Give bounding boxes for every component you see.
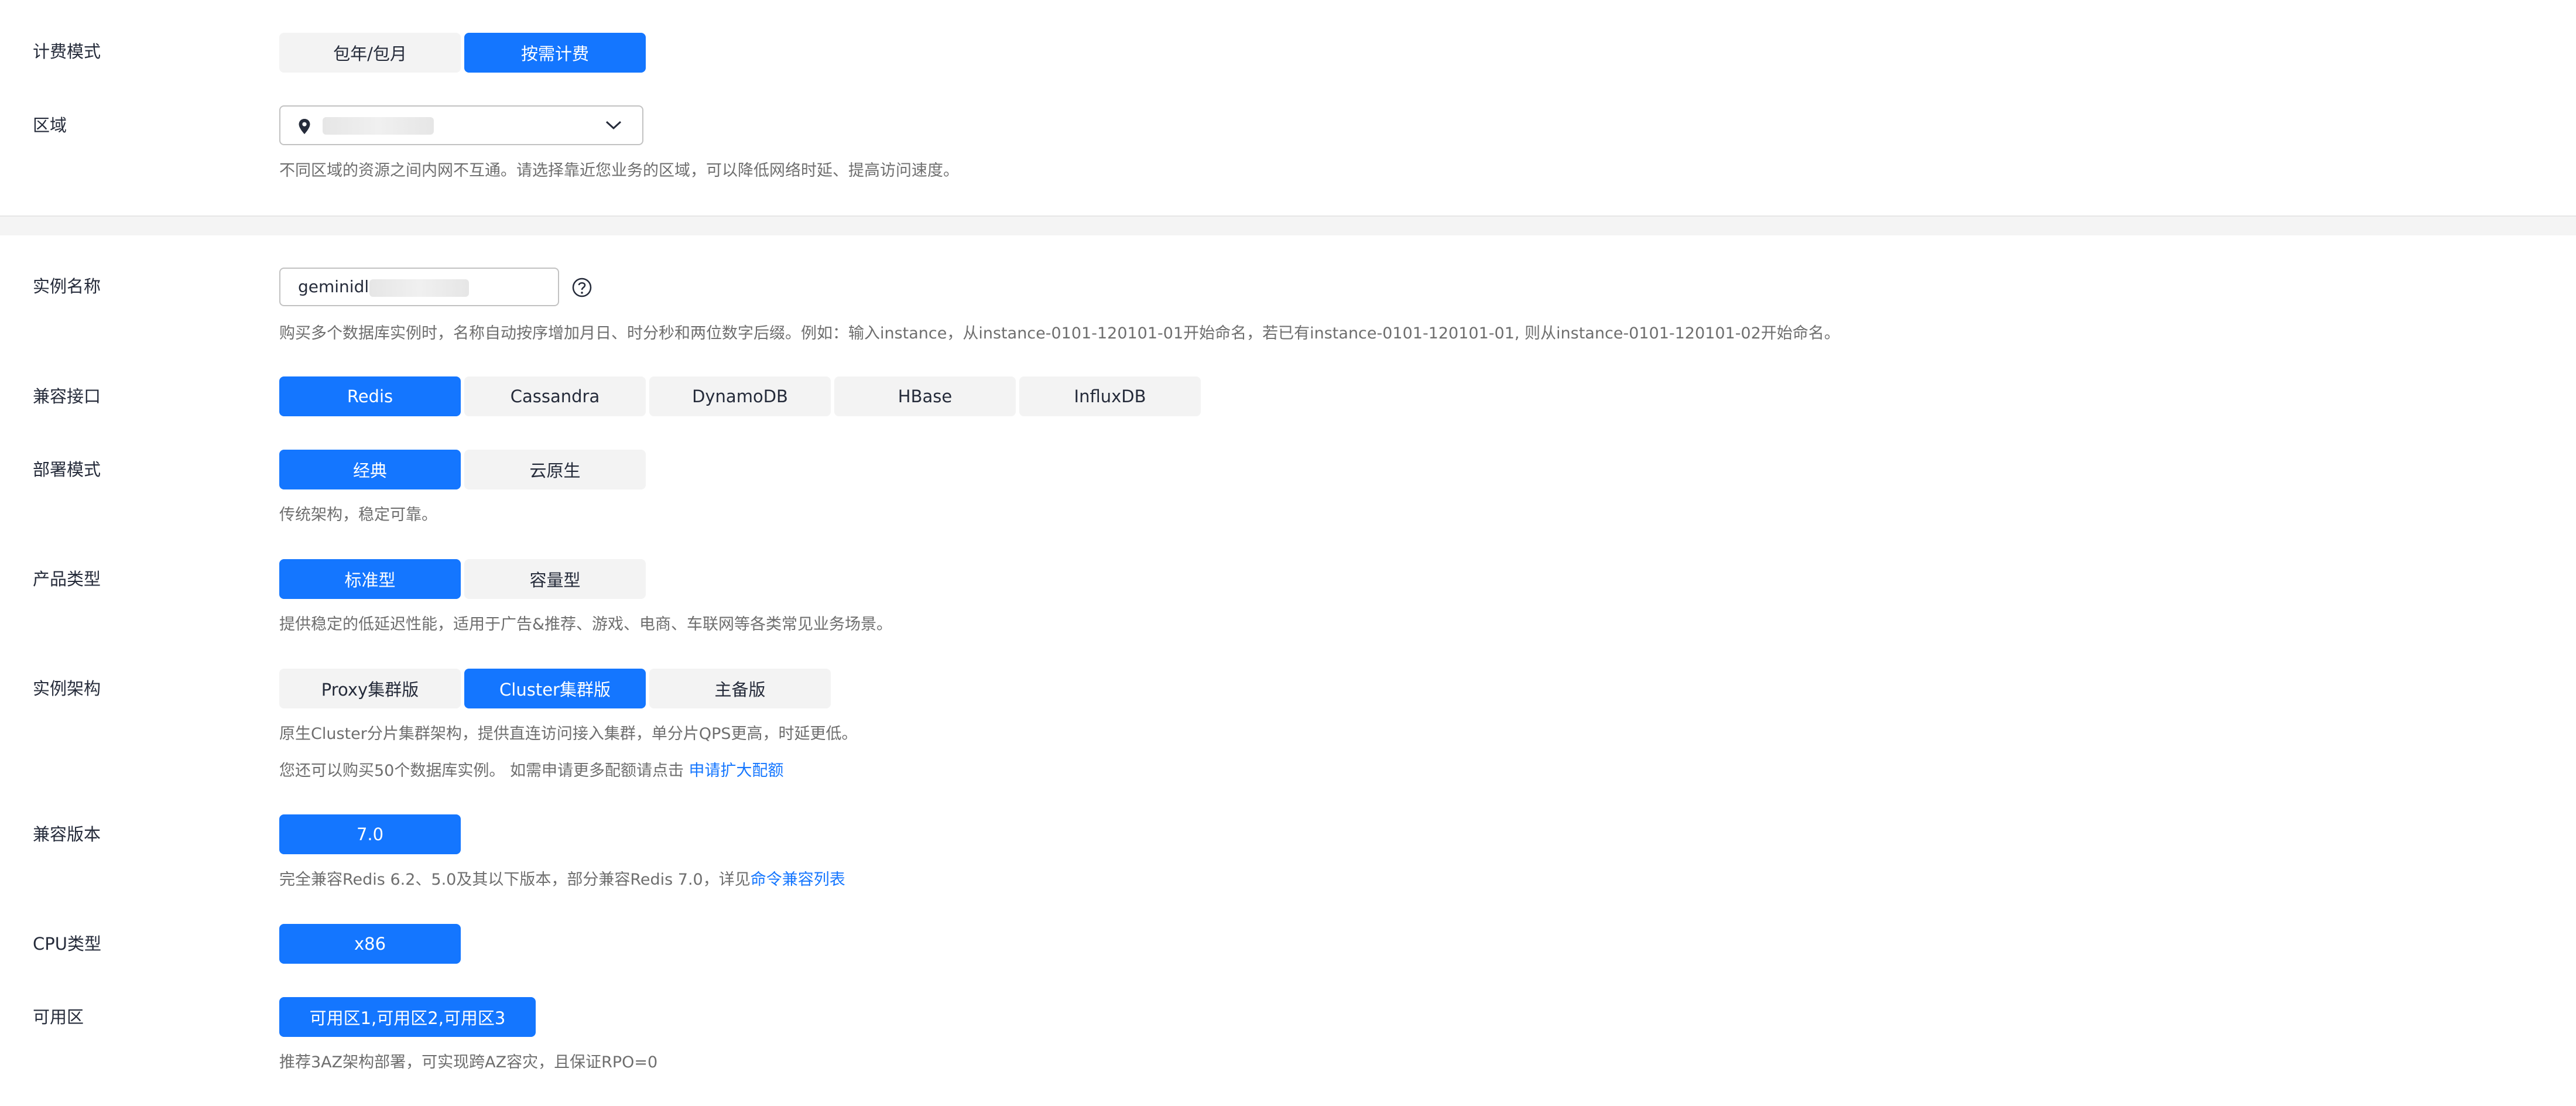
purchase-form: 计费模式 包年/包月 按需计费 区域 不同区域的资源之间内网不互通。请选择靠近您…	[0, 0, 2576, 1106]
cpu-label: CPU类型	[33, 934, 101, 954]
arch-option-cluster[interactable]: Cluster集群版	[464, 669, 646, 708]
region-label: 区域	[33, 115, 67, 135]
deploy-option-cloud-native[interactable]: 云原生	[464, 450, 646, 489]
region-select[interactable]	[279, 105, 643, 145]
arch-label: 实例架构	[33, 679, 101, 698]
version-option-7-0[interactable]: 7.0	[279, 814, 461, 854]
billing-option-yearly[interactable]: 包年/包月	[279, 33, 461, 73]
section-divider	[0, 215, 2576, 235]
az-segment: 可用区1,可用区2,可用区3	[279, 997, 539, 1037]
cpu-option-x86[interactable]: x86	[279, 924, 461, 964]
region-hint: 不同区域的资源之间内网不互通。请选择靠近您业务的区域，可以降低网络时延、提高访问…	[279, 162, 959, 180]
billing-label: 计费模式	[33, 42, 101, 61]
api-option-hbase[interactable]: HBase	[834, 376, 1016, 416]
api-option-influxdb[interactable]: InfluxDB	[1019, 376, 1201, 416]
instance-name-value: geminidl	[298, 277, 369, 296]
api-option-dynamodb[interactable]: DynamoDB	[649, 376, 831, 416]
api-label: 兼容接口	[33, 386, 101, 406]
version-hint: 完全兼容Redis 6.2、5.0及其以下版本，部分兼容Redis 7.0，详见…	[279, 868, 845, 892]
instance-name-hint: 购买多个数据库实例时，名称自动按序增加月日、时分秒和两位数字后缀。例如：输入in…	[279, 324, 1840, 343]
deploy-segment: 经典 云原生	[279, 450, 649, 489]
version-segment: 7.0	[279, 814, 464, 854]
az-label: 可用区	[33, 1007, 84, 1027]
product-label: 产品类型	[33, 569, 101, 589]
cpu-segment: x86	[279, 924, 464, 964]
arch-quota-hint: 您还可以购买50个数据库实例。 如需申请更多配额请点击 申请扩大配额	[279, 759, 784, 783]
version-label: 兼容版本	[33, 824, 101, 844]
billing-segment: 包年/包月 按需计费	[279, 33, 649, 73]
api-option-redis[interactable]: Redis	[279, 376, 461, 416]
product-option-standard[interactable]: 标准型	[279, 559, 461, 599]
az-hint: 推荐3AZ架构部署，可实现跨AZ容灾，且保证RPO=0	[279, 1053, 658, 1071]
deploy-option-classic[interactable]: 经典	[279, 450, 461, 489]
version-hint-text: 完全兼容Redis 6.2、5.0及其以下版本，部分兼容Redis 7.0，详见	[279, 871, 751, 889]
command-compat-link[interactable]: 命令兼容列表	[751, 871, 845, 889]
chevron-down-icon	[605, 121, 622, 130]
deploy-label: 部署模式	[33, 460, 101, 480]
api-option-cassandra[interactable]: Cassandra	[464, 376, 646, 416]
arch-segment: Proxy集群版 Cluster集群版 主备版	[279, 669, 834, 708]
request-quota-link[interactable]: 申请扩大配额	[689, 762, 784, 780]
arch-option-proxy[interactable]: Proxy集群版	[279, 669, 461, 708]
instance-name-suffix-redacted	[369, 279, 469, 297]
product-option-capacity[interactable]: 容量型	[464, 559, 646, 599]
instance-name-input[interactable]: geminidl	[279, 268, 559, 306]
billing-option-ondemand[interactable]: 按需计费	[464, 33, 646, 73]
product-hint: 提供稳定的低延迟性能，适用于广告&推荐、游戏、电商、车联网等各类常见业务场景。	[279, 615, 893, 634]
deploy-hint: 传统架构，稳定可靠。	[279, 506, 437, 524]
instance-name-label: 实例名称	[33, 276, 101, 296]
arch-quota-text: 您还可以购买50个数据库实例。 如需申请更多配额请点击	[279, 762, 689, 780]
location-pin-icon	[299, 119, 310, 134]
region-value-redacted	[323, 117, 434, 135]
az-option-three-zones[interactable]: 可用区1,可用区2,可用区3	[279, 997, 536, 1037]
arch-option-primary-standby[interactable]: 主备版	[649, 669, 831, 708]
api-segment: Redis Cassandra DynamoDB HBase InfluxDB	[279, 376, 1204, 416]
arch-hint: 原生Cluster分片集群架构，提供直连访问接入集群，单分片QPS更高，时延更低…	[279, 725, 858, 743]
help-circle-icon[interactable]	[571, 277, 592, 298]
product-segment: 标准型 容量型	[279, 559, 649, 599]
